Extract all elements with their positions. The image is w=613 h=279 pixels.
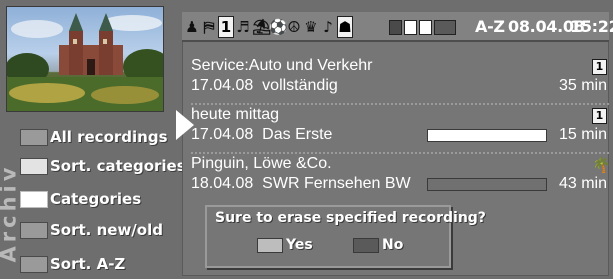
yes-swatch: [257, 237, 283, 253]
category-icon[interactable]: ⚽: [269, 17, 288, 37]
preview-thumbnail: [6, 6, 164, 112]
menu-all-recordings[interactable]: All recordings: [20, 126, 168, 148]
recording-date-info: 17.04.08 Das Erste: [191, 126, 333, 143]
erase-confirm-dialog: Sure to erase specified recording? Yes N…: [205, 205, 486, 268]
sort-mode: A-Z: [475, 17, 505, 36]
menu-categories[interactable]: Categories: [20, 188, 141, 210]
category-icon[interactable]: ☗: [337, 16, 353, 38]
menu-swatch: [20, 190, 48, 208]
recording-duration: 15 min: [558, 126, 607, 143]
menu-sort-new-old[interactable]: Sort. new/old: [20, 219, 163, 241]
recording-duration: 35 min: [558, 77, 607, 94]
row-separator: [191, 103, 609, 105]
progress-fill: [428, 130, 546, 141]
menu-label: Sort. A-Z: [50, 255, 126, 273]
menu-label: Sort. new/old: [50, 221, 163, 239]
calendar-1-icon: 1: [592, 59, 607, 75]
menu-sort-categories[interactable]: Sort. categories: [20, 155, 186, 177]
no-swatch: [353, 237, 379, 253]
recording-title: Pinguin, Löwe &Co.: [191, 155, 332, 172]
recording-date-info: 17.04.08 vollständig: [191, 77, 338, 94]
watched-progress-bar: [427, 129, 547, 142]
recording-row[interactable]: Pinguin, Löwe &Co. 18.04.08 SWR Fernsehe…: [191, 155, 611, 197]
key-segment: [434, 20, 456, 35]
menu-swatch: [20, 157, 48, 175]
row-separator: [191, 152, 609, 154]
tv-screen: Archiv All recordings Sort. categories C…: [0, 0, 613, 279]
dialog-question: Sure to erase specified recording?: [215, 210, 486, 226]
city-gate-image: [7, 13, 163, 111]
key-segment: [389, 20, 402, 35]
menu-sort-a-z[interactable]: Sort. A-Z: [20, 253, 125, 275]
category-icon[interactable]: ♟: [184, 17, 200, 37]
category-icons: ♟ ⛿ 1 ♬ ⛱ ⚽ ☮ ♛ ♪ ☗: [184, 15, 353, 39]
recording-date-info: 18.04.08 SWR Fernsehen BW: [191, 175, 411, 192]
menu-label: All recordings: [50, 128, 168, 146]
menu-swatch: [20, 221, 48, 239]
calendar-1-icon: 1: [592, 108, 607, 124]
recording-title: Service:Auto und Verkehr: [191, 57, 373, 74]
color-key-indicator: [389, 19, 456, 36]
key-segment: [404, 20, 417, 35]
menu-label: Categories: [50, 190, 142, 208]
palm-tree-icon: 🌴: [592, 156, 611, 174]
recording-title: heute mittag: [191, 106, 280, 123]
recording-row-selected[interactable]: heute mittag 17.04.08 Das Erste 1 15 min: [191, 106, 609, 148]
key-segment: [419, 20, 432, 35]
menu-swatch: [20, 255, 48, 273]
menu-label: Sort. categories: [50, 157, 186, 175]
menu-swatch: [20, 128, 48, 146]
recording-row[interactable]: Service:Auto und Verkehr 17.04.08 vollst…: [191, 57, 609, 99]
selection-pointer-icon: [176, 110, 194, 140]
yes-label: Yes: [286, 237, 313, 253]
category-icon[interactable]: ⛿: [201, 17, 217, 37]
no-button[interactable]: No: [353, 237, 403, 253]
watched-progress-bar: [427, 178, 547, 191]
no-label: No: [382, 237, 404, 253]
category-icon[interactable]: 1: [218, 16, 234, 38]
category-icon[interactable]: ♪: [320, 17, 336, 37]
header-bar: ♟ ⛿ 1 ♬ ⛱ ⚽ ☮ ♛ ♪ ☗ A-Z 08.04.08 15:22: [182, 12, 613, 42]
category-icon[interactable]: ⛱: [252, 17, 271, 37]
category-icon[interactable]: ♬: [235, 17, 251, 37]
category-icon[interactable]: ☮: [286, 17, 302, 37]
header-time: 15:22: [570, 17, 613, 36]
category-icon[interactable]: ♛: [303, 17, 319, 37]
archive-section-label: Archiv: [0, 163, 20, 263]
recording-duration: 43 min: [558, 175, 607, 192]
yes-button[interactable]: Yes: [257, 237, 313, 253]
